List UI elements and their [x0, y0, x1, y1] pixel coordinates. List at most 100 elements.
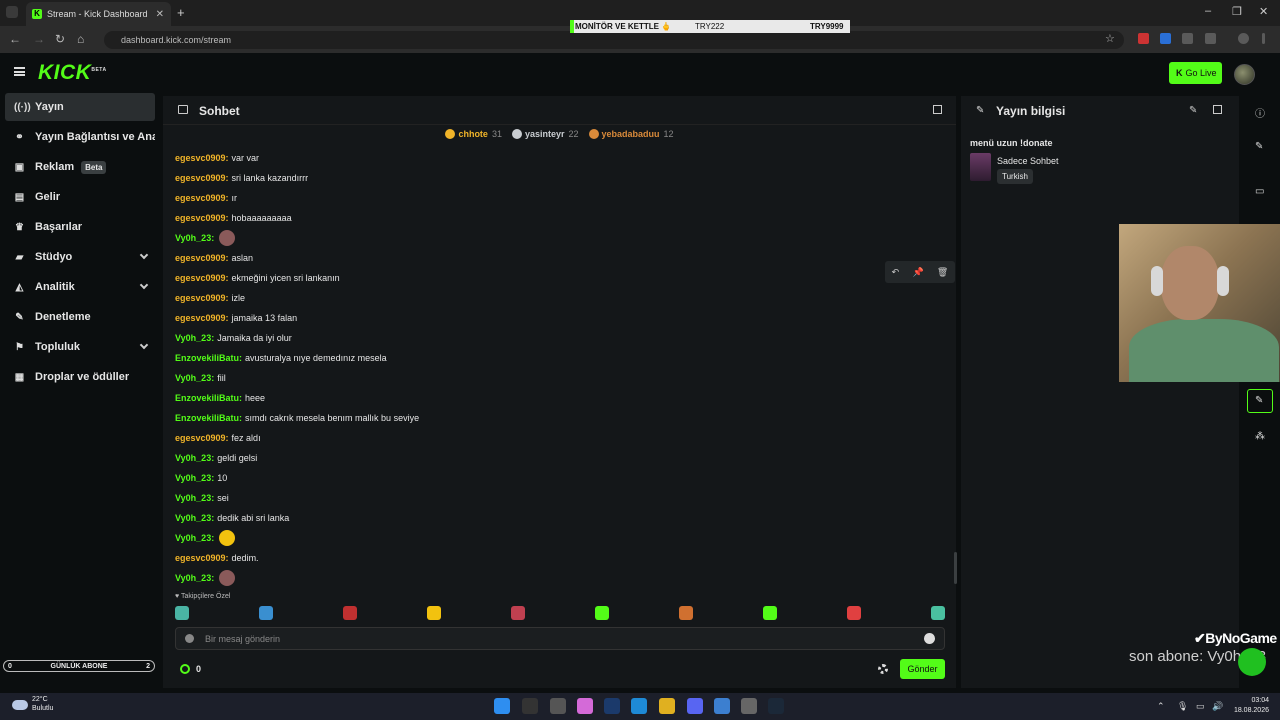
edge-icon[interactable]	[631, 698, 647, 714]
discord-icon[interactable]	[687, 698, 703, 714]
chat-message[interactable]: egesvc0909: dedim.	[175, 548, 935, 568]
go-live-button[interactable]: K Go Live	[1169, 62, 1222, 84]
sidebar-item-analytics[interactable]: ◭ Analitik	[5, 273, 155, 301]
task-view-icon[interactable]	[550, 698, 566, 714]
chat-username[interactable]: egesvc0909:	[175, 312, 229, 325]
chat-message[interactable]: egesvc0909: aslan	[175, 248, 935, 268]
chat-message[interactable]: egesvc0909: ekmeğini yicen sri lankanın	[175, 268, 935, 288]
popout-icon[interactable]	[1213, 105, 1222, 114]
delete-icon[interactable]: 🗑	[937, 267, 948, 278]
send-button[interactable]: Gönder	[900, 659, 945, 679]
chat-username[interactable]: egesvc0909:	[175, 212, 229, 225]
emoji-picker-icon[interactable]	[924, 633, 935, 644]
chat-username[interactable]: EnzovekiliBatu:	[175, 412, 242, 425]
reply-icon[interactable]: ↶	[892, 267, 900, 278]
chat-username[interactable]: Vy0h_23:	[175, 532, 214, 545]
home-icon[interactable]: ⌂	[77, 32, 84, 46]
chat-username[interactable]: EnzovekiliBatu:	[175, 392, 242, 405]
emote-icon[interactable]	[847, 606, 861, 620]
emote-icon[interactable]	[175, 606, 189, 620]
chat-message[interactable]: egesvc0909: ır	[175, 188, 935, 208]
chat-message[interactable]: egesvc0909: jamaika 13 falan	[175, 308, 935, 328]
reload-icon[interactable]: ↻	[55, 32, 65, 46]
emote-icon[interactable]	[763, 606, 777, 620]
kick-logo[interactable]: KICKBETA	[38, 61, 107, 85]
chat-message[interactable]: EnzovekiliBatu: heee	[175, 388, 935, 408]
browser-tab[interactable]: K Stream - Kick Dashboard ✕	[26, 2, 171, 26]
chat-username[interactable]: egesvc0909:	[175, 152, 229, 165]
chat-username[interactable]: egesvc0909:	[175, 292, 229, 305]
chat-message[interactable]: Vy0h_23:	[175, 528, 935, 548]
mic-icon[interactable]: 🎙	[1177, 701, 1188, 712]
steam-icon[interactable]	[768, 698, 784, 714]
chat-message[interactable]: egesvc0909: fez aldı	[175, 428, 935, 448]
chat-username[interactable]: egesvc0909:	[175, 432, 229, 445]
wrench-icon[interactable]: ✎	[1255, 395, 1265, 406]
info-icon[interactable]: ⓘ	[1255, 105, 1265, 120]
tab-search-icon[interactable]	[6, 6, 18, 18]
system-clock[interactable]: 03:04 18.08.2026	[1229, 696, 1269, 716]
sidebar-item-stream[interactable]: ((·)) Yayın	[5, 93, 155, 121]
chat-username[interactable]: egesvc0909:	[175, 272, 229, 285]
chat-message[interactable]: Vy0h_23: fiil	[175, 368, 935, 388]
chat-input[interactable]: Bir mesaj gönderin	[175, 627, 945, 650]
emote-icon[interactable]	[679, 606, 693, 620]
bookmark-star-icon[interactable]: ☆	[1105, 32, 1115, 45]
extension-icon[interactable]	[1160, 33, 1171, 44]
chat-username[interactable]: egesvc0909:	[175, 552, 229, 565]
chat-message[interactable]: Vy0h_23:	[175, 568, 935, 588]
sidebar-item-achievements[interactable]: ♛ Başarılar	[5, 213, 155, 241]
volume-icon[interactable]: 🔊	[1212, 701, 1223, 712]
chat-username[interactable]: Vy0h_23:	[175, 512, 214, 525]
close-tab-icon[interactable]: ✕	[156, 9, 164, 20]
emote-icon[interactable]	[427, 606, 441, 620]
chat-message[interactable]: Vy0h_23:	[175, 228, 935, 248]
forward-icon[interactable]: →	[33, 32, 45, 46]
edit-icon[interactable]: ✎	[1189, 105, 1197, 116]
new-tab-button[interactable]: +	[177, 5, 185, 20]
chat-message[interactable]: egesvc0909: hobaaaaaaaaa	[175, 208, 935, 228]
chat-username[interactable]: Vy0h_23:	[175, 472, 214, 485]
sidebar-item-moderation[interactable]: ✎ Denetleme	[5, 303, 155, 331]
top-gifter[interactable]: yasinteyr 22	[511, 129, 579, 139]
app-icon[interactable]	[714, 698, 730, 714]
avatar[interactable]	[1234, 64, 1255, 85]
sidebar-item-stream-key[interactable]: ⚭ Yayın Bağlantısı ve Anahtarı	[5, 123, 155, 151]
chat-message[interactable]: egesvc0909: izle	[175, 288, 935, 308]
top-gifter[interactable]: chhote 31	[445, 129, 502, 139]
chat-username[interactable]: Vy0h_23:	[175, 232, 214, 245]
chat-message[interactable]: Vy0h_23: Jamaika da iyi olur	[175, 328, 935, 348]
chat-settings-icon[interactable]	[878, 664, 888, 674]
sidebar-item-revenue[interactable]: ▤ Gelir	[5, 183, 155, 211]
emote-icon[interactable]	[511, 606, 525, 620]
top-gifter[interactable]: yebadabaduu 12	[588, 129, 674, 139]
profile-icon[interactable]	[1238, 33, 1249, 44]
pin-icon[interactable]: 📌	[912, 267, 923, 278]
extensions-puzzle-icon[interactable]	[1205, 33, 1216, 44]
sidebar-item-studio[interactable]: ▰ Stüdyo	[5, 243, 155, 271]
chat-username[interactable]: Vy0h_23:	[175, 492, 214, 505]
extension-icon[interactable]	[1182, 33, 1193, 44]
chat-username[interactable]: egesvc0909:	[175, 252, 229, 265]
tray-chevron-icon[interactable]: ⌃	[1157, 701, 1165, 712]
chat-message[interactable]: Vy0h_23: 10	[175, 468, 935, 488]
chat-username[interactable]: Vy0h_23:	[175, 572, 214, 585]
chat-username[interactable]: EnzovekiliBatu:	[175, 352, 242, 365]
layout-icon[interactable]: ▭	[1255, 186, 1265, 197]
back-icon[interactable]: ←	[9, 32, 21, 46]
weather-widget[interactable]: 22°C Bulutlu	[32, 695, 53, 713]
maximize-icon[interactable]: ❐	[1232, 5, 1242, 18]
url-field[interactable]: dashboard.kick.com/stream	[104, 31, 1124, 49]
copilot-icon[interactable]	[577, 698, 593, 714]
obs-icon[interactable]	[741, 698, 757, 714]
menu-hamburger-icon[interactable]	[14, 67, 25, 76]
emote-icon[interactable]	[931, 606, 945, 620]
windows-start-icon[interactable]	[494, 698, 510, 714]
emote-icon[interactable]	[259, 606, 273, 620]
chat-message[interactable]: EnzovekiliBatu: sımdı cakrık mesela benım…	[175, 408, 935, 428]
chat-username[interactable]: egesvc0909:	[175, 172, 229, 185]
photoshop-icon[interactable]	[604, 698, 620, 714]
emote-icon[interactable]	[595, 606, 609, 620]
sidebar-item-ads[interactable]: ▣ Reklam Beta	[5, 153, 155, 181]
emote-icon[interactable]	[343, 606, 357, 620]
